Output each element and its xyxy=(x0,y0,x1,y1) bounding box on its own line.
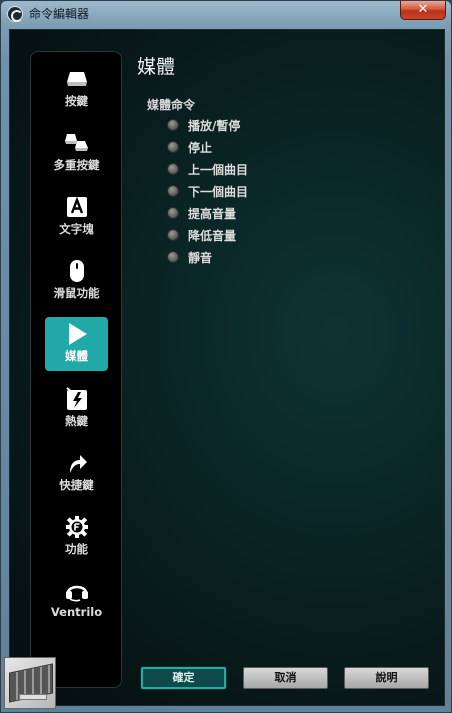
radio-label: 停止 xyxy=(188,140,213,155)
sidebar-item-text-block[interactable]: 文字塊 xyxy=(45,190,108,244)
sidebar-item-label: 文字塊 xyxy=(59,222,94,236)
radio-option-play-pause[interactable]: 播放/暫停 xyxy=(167,116,240,134)
multi-key-icon xyxy=(64,131,90,155)
sidebar-item-label: 滑鼠功能 xyxy=(53,286,100,300)
page-title: 媒體 xyxy=(137,56,176,78)
radio-button[interactable] xyxy=(167,185,179,197)
logitech-app-icon xyxy=(7,6,23,22)
sidebar-item-shortcut[interactable]: 快捷鍵 xyxy=(45,446,108,500)
sidebar-item-label: Ventrilo xyxy=(50,605,103,619)
function-gear-icon xyxy=(64,515,90,539)
sidebar-item-label: 按鍵 xyxy=(65,94,88,108)
help-button[interactable]: 說明 xyxy=(344,667,429,689)
command-editor-window: 命令編輯器 ✕ 按鍵 多重按鍵 文字塊 滑鼠功能 媒體 熱鍵 快捷鍵 功能 Ve… xyxy=(0,0,452,713)
cancel-button[interactable]: 取消 xyxy=(243,667,328,689)
radio-option-volume-up[interactable]: 提高音量 xyxy=(167,204,236,222)
radio-label: 上一個曲目 xyxy=(188,162,249,177)
radio-button[interactable] xyxy=(167,207,179,219)
play-icon xyxy=(64,322,90,346)
sidebar-item-label: 快捷鍵 xyxy=(59,478,94,492)
hotkey-icon xyxy=(64,387,90,411)
radio-label: 靜音 xyxy=(188,250,213,265)
text-block-icon xyxy=(64,195,90,219)
radio-button[interactable] xyxy=(167,119,179,131)
radio-option-stop[interactable]: 停止 xyxy=(167,138,212,156)
radio-button[interactable] xyxy=(167,163,179,175)
device-thumbnail xyxy=(4,657,56,709)
close-button[interactable]: ✕ xyxy=(400,1,446,20)
sidebar-item-function[interactable]: 功能 xyxy=(45,510,108,564)
radio-option-previous-track[interactable]: 上一個曲目 xyxy=(167,160,248,178)
sidebar: 按鍵 多重按鍵 文字塊 滑鼠功能 媒體 熱鍵 快捷鍵 功能 Ventrilo xyxy=(30,51,122,688)
headset-icon xyxy=(64,579,90,603)
sidebar-item-media[interactable]: 媒體 xyxy=(45,317,108,371)
key-icon xyxy=(64,67,90,91)
sidebar-item-label: 功能 xyxy=(65,542,88,556)
radio-option-mute[interactable]: 靜音 xyxy=(167,248,212,266)
radio-label: 提高音量 xyxy=(188,206,237,221)
sidebar-item-hotkey[interactable]: 熱鍵 xyxy=(45,382,108,436)
radio-button[interactable] xyxy=(167,229,179,241)
sidebar-item-mouse[interactable]: 滑鼠功能 xyxy=(45,254,108,308)
radio-label: 播放/暫停 xyxy=(188,118,241,133)
radio-label: 降低音量 xyxy=(188,228,237,243)
sidebar-item-label: 媒體 xyxy=(65,349,88,363)
sidebar-item-multi-key[interactable]: 多重按鍵 xyxy=(45,126,108,180)
section-label: 媒體命令 xyxy=(147,98,196,112)
mouse-icon xyxy=(64,259,90,283)
ok-button[interactable]: 確定 xyxy=(141,667,226,689)
sidebar-item-label: 多重按鍵 xyxy=(53,158,100,172)
sidebar-item-label: 熱鍵 xyxy=(65,414,88,428)
window-title: 命令編輯器 xyxy=(29,7,90,21)
radio-option-volume-down[interactable]: 降低音量 xyxy=(167,226,236,244)
sidebar-item-ventrilo[interactable]: Ventrilo xyxy=(45,574,108,628)
sidebar-item-key[interactable]: 按鍵 xyxy=(45,62,108,116)
radio-label: 下一個曲目 xyxy=(188,184,249,199)
radio-button[interactable] xyxy=(167,141,179,153)
client-area: 按鍵 多重按鍵 文字塊 滑鼠功能 媒體 熱鍵 快捷鍵 功能 Ventrilo 媒… xyxy=(9,29,445,706)
radio-button[interactable] xyxy=(167,251,179,263)
device-badge xyxy=(19,694,47,700)
shortcut-arrow-icon xyxy=(64,451,90,475)
title-bar[interactable]: 命令編輯器 ✕ xyxy=(1,1,451,25)
radio-option-next-track[interactable]: 下一個曲目 xyxy=(167,182,248,200)
